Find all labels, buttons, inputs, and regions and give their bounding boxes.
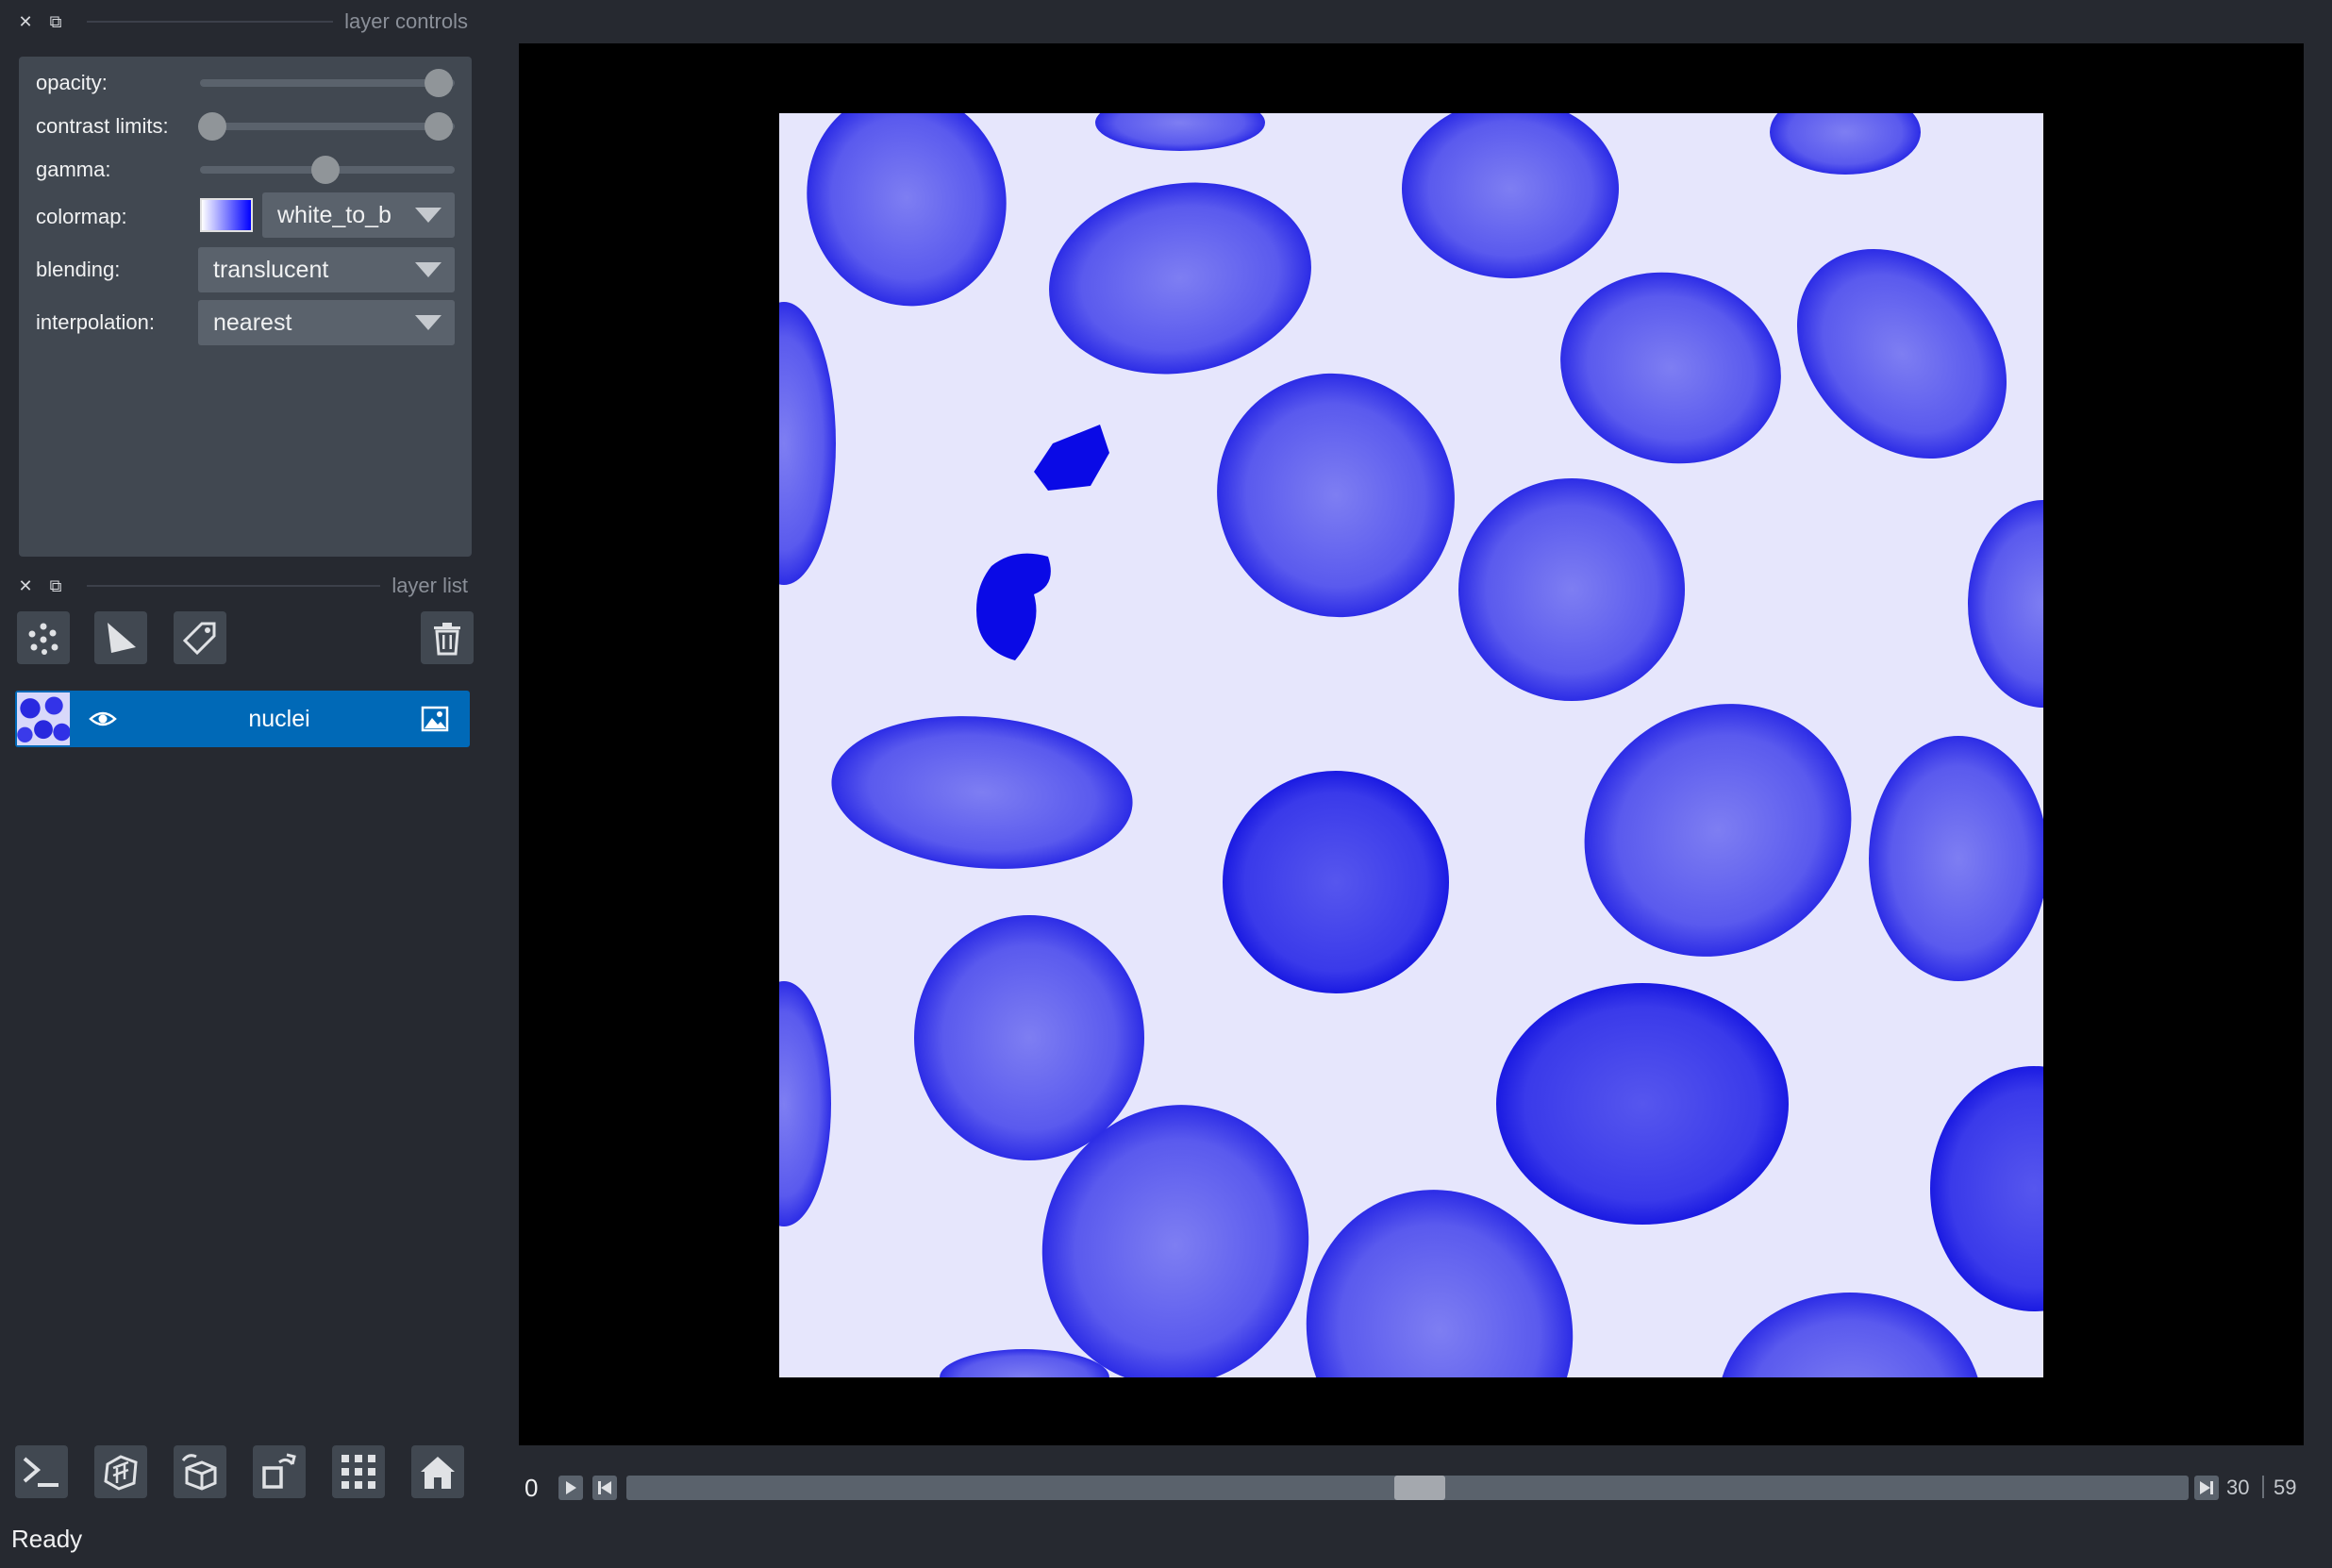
- colormap-swatch[interactable]: [200, 198, 253, 232]
- frame-slider-handle[interactable]: [1394, 1476, 1445, 1500]
- cube-icon: [104, 1455, 138, 1491]
- home-button[interactable]: [411, 1445, 464, 1498]
- transpose-icon: [262, 1453, 296, 1489]
- gamma-slider-handle[interactable]: [311, 156, 340, 184]
- first-frame-button[interactable]: [592, 1476, 617, 1500]
- shapes-icon: [108, 623, 136, 653]
- contrast-limits-label: contrast limits:: [36, 114, 169, 138]
- status-text: Ready: [11, 1525, 83, 1553]
- skip-forward-icon: [2200, 1481, 2213, 1494]
- nuclei-shapes: [779, 113, 2043, 1377]
- blending-label: blending:: [36, 258, 121, 281]
- layer-list-title: layer list: [391, 574, 468, 597]
- chevron-down-icon: [415, 208, 441, 223]
- skip-back-icon: [598, 1481, 611, 1494]
- contrast-max-handle[interactable]: [425, 112, 453, 141]
- new-shapes-button[interactable]: [94, 611, 147, 664]
- roll-icon: [181, 1454, 217, 1491]
- layer-controls-header: ✕ ⧉ layer controls: [15, 8, 468, 36]
- new-labels-button[interactable]: [174, 611, 226, 664]
- roll-dims-button[interactable]: [174, 1445, 226, 1498]
- opacity-label: opacity:: [36, 71, 108, 94]
- float-icon[interactable]: ⧉: [45, 575, 66, 596]
- last-frame-button[interactable]: [2194, 1476, 2219, 1500]
- opacity-slider-handle[interactable]: [425, 69, 453, 97]
- delete-layer-button[interactable]: [421, 611, 474, 664]
- float-icon[interactable]: ⧉: [45, 11, 66, 32]
- console-button[interactable]: [15, 1445, 68, 1498]
- interpolation-label: interpolation:: [36, 310, 155, 334]
- chevron-down-icon: [415, 262, 441, 277]
- frame-divider: [2262, 1476, 2264, 1498]
- blending-dropdown[interactable]: translucent: [198, 247, 455, 292]
- eye-icon[interactable]: [89, 706, 117, 737]
- header-divider: [87, 585, 381, 587]
- interpolation-value: nearest: [213, 309, 292, 336]
- gamma-label: gamma:: [36, 158, 111, 181]
- contrast-min-handle[interactable]: [198, 112, 226, 141]
- play-icon: [566, 1481, 576, 1494]
- layer-controls-panel: opacity: contrast limits: gamma: colorma…: [19, 57, 472, 557]
- colormap-dropdown[interactable]: white_to_b: [262, 192, 455, 238]
- layer-item-nuclei[interactable]: nuclei: [15, 691, 470, 747]
- layer-list-header: ✕ ⧉ layer list: [15, 572, 468, 600]
- transpose-dims-button[interactable]: [253, 1445, 306, 1498]
- contrast-limits-slider[interactable]: [200, 123, 455, 130]
- layer-name[interactable]: nuclei: [157, 691, 402, 747]
- image-layer-icon: [421, 706, 449, 737]
- new-points-button[interactable]: [17, 611, 70, 664]
- points-icon: [28, 623, 58, 655]
- current-frame[interactable]: 30: [2226, 1476, 2249, 1500]
- play-button[interactable]: [558, 1476, 583, 1500]
- viewer-canvas[interactable]: [519, 43, 2304, 1445]
- header-divider: [87, 21, 334, 23]
- ndisplay-button[interactable]: [94, 1445, 147, 1498]
- grid-view-button[interactable]: [332, 1445, 385, 1498]
- trash-icon: [434, 623, 460, 656]
- blending-value: translucent: [213, 256, 329, 283]
- chevron-down-icon: [415, 315, 441, 330]
- axis-label[interactable]: 0: [525, 1474, 538, 1503]
- max-frame: 59: [2274, 1476, 2297, 1499]
- opacity-slider[interactable]: [200, 79, 455, 87]
- home-icon: [421, 1457, 455, 1489]
- nuclei-image: [779, 113, 2043, 1377]
- close-icon[interactable]: ✕: [15, 575, 36, 596]
- layer-controls-title: layer controls: [344, 9, 468, 33]
- colormap-value: white_to_b: [277, 201, 391, 228]
- interpolation-dropdown[interactable]: nearest: [198, 300, 455, 345]
- layer-thumbnail: [17, 692, 70, 745]
- colormap-label: colormap:: [36, 205, 127, 228]
- close-icon[interactable]: ✕: [15, 11, 36, 32]
- console-icon: [23, 1457, 58, 1487]
- grid-icon: [341, 1455, 375, 1489]
- dims-slider-row: 0 30 59: [521, 1472, 2304, 1506]
- labels-icon: [182, 622, 216, 656]
